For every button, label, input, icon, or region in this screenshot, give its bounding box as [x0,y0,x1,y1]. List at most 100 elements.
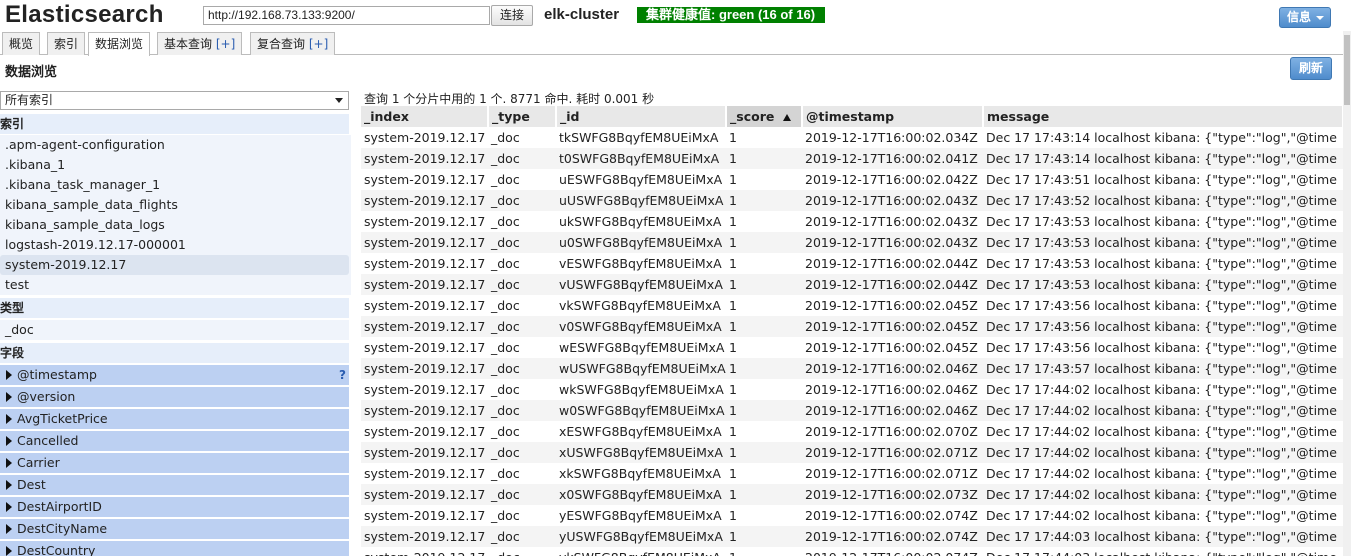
cell-score: 1 [729,340,737,355]
query-summary: 查询 1 个分片中用的 1 个. 8771 命中. 耗时 0.001 秒 [364,92,655,106]
table-row[interactable]: system-2019.12.17 _doc xESWFG8BqyfEM8UEiMx… [361,421,1343,442]
table-row[interactable]: system-2019.12.17 _doc vESWFG8BqyfEM8UEiMx… [361,253,1343,274]
table-row[interactable]: system-2019.12.17 _doc uESWFG8BqyfEM8UEiMx… [361,169,1343,190]
cell-timestamp: 2019-12-17T16:00:02.045Z [805,298,978,313]
cell-index: system-2019.12.17 [361,358,488,379]
index-item[interactable]: .apm-agent-configuration [0,135,349,155]
cell-type: _doc [488,358,556,379]
cell-message: Dec 17 17:43:52 localhost kibana: {"type… [983,190,1343,211]
table-row[interactable]: system-2019.12.17_docykSWFG8BqyfEM8UEiMx… [361,547,1343,556]
page-scrollbar[interactable] [1343,31,1351,556]
cell-timestamp: 2019-12-17T16:00:02.074Z [802,547,983,556]
table-row[interactable]: system-2019.12.17 _doc wESWFG8BqyfEM8UEiMx… [361,337,1343,358]
field-item[interactable]: DestAirportID [0,497,349,517]
column-header-label: _score [730,109,775,124]
column-header-id[interactable]: _id [556,106,727,127]
index-item[interactable]: .kibana_task_manager_1 [0,175,349,195]
cell-id: t0SWFG8BqyfEM8UEiMxA [556,148,726,169]
field-item[interactable]: Dest [0,475,349,495]
column-header-timestamp[interactable]: @timestamp [802,106,984,127]
info-button-label: 信息 [1287,10,1312,24]
cell-score: 1 [729,508,737,523]
field-item[interactable]: DestCityName [0,519,349,539]
table-row[interactable]: system-2019.12.17 _doc ukSWFG8BqyfEM8UEiMx… [361,211,1343,232]
field-item[interactable]: AvgTicketPrice [0,409,349,429]
add-basic-query-link[interactable]: [+] [216,37,235,51]
cell-score: 1 [726,148,802,169]
table-row[interactable]: system-2019.12.17 _doc tkSWFG8BqyfEM8UEiMx… [361,127,1343,148]
refresh-button[interactable]: 刷新 [1290,57,1332,80]
table-row[interactable]: system-2019.12.17 _doc x0SWFG8BqyfEM8UEiMx… [361,484,1343,505]
index-item[interactable]: kibana_sample_data_logs [0,215,349,235]
cell-score: 1 [729,256,737,271]
tab-indices[interactable]: 索引 [47,32,86,55]
cell-timestamp: 2019-12-17T16:00:02.074Z [805,508,978,523]
table-row[interactable]: system-2019.12.17 _doc t0SWFG8BqyfEM8UEiMx… [361,148,1343,169]
field-item[interactable]: @timestamp? [0,365,349,385]
type-item[interactable]: _doc [0,320,349,340]
cell-score: 1 [726,547,802,556]
table-row[interactable]: system-2019.12.17 _doc wkSWFG8BqyfEM8UEiMx… [361,379,1343,400]
tab-data-browser[interactable]: 数据浏览 [88,32,151,56]
cell-index: system-2019.12.17 [361,547,488,556]
index-item[interactable]: test [0,275,349,295]
index-list: .apm-agent-configuration .kibana_1 .kiba… [0,135,351,295]
cell-timestamp: 2019-12-17T16:00:02.041Z [802,148,983,169]
field-item[interactable]: DestCountry [0,541,349,556]
results-body: system-2019.12.17 _doc tkSWFG8BqyfEM8UEiMx… [361,127,1343,556]
table-row[interactable]: system-2019.12.17 _doc yESWFG8BqyfEM8UEiMx… [361,505,1343,526]
scrollbar-thumb[interactable] [1344,35,1350,105]
cell-index: system-2019.12.17 [364,214,486,229]
table-row[interactable]: system-2019.12.17 _doc uUSWFG8BqyfEM8UEiMx… [361,190,1343,211]
table-row[interactable]: system-2019.12.17 _doc u0SWFG8BqyfEM8UEiMx… [361,232,1343,253]
table-row[interactable]: system-2019.12.17 _doc xUSWFG8BqyfEM8UEiMx… [361,442,1343,463]
column-header-label: message [987,109,1050,124]
connect-button[interactable]: 连接 [491,5,533,26]
cell-type: _doc [488,316,556,337]
cell-score: 1 [729,466,737,481]
cell-index: system-2019.12.17 [364,130,486,145]
index-select[interactable]: 所有索引 [0,91,349,110]
cluster-url-input[interactable]: http://192.168.73.133:9200/ [203,6,490,25]
tab-structured-query[interactable]: 复合查询 [+] [250,32,336,55]
field-item[interactable]: Cancelled [0,431,349,451]
info-menu-button[interactable]: 信息 [1279,7,1331,28]
cell-type: _doc [491,382,520,397]
field-list: @timestamp? @version AvgTicketPrice Canc… [0,365,351,556]
cell-timestamp: 2019-12-17T16:00:02.071Z [802,442,983,463]
column-header-type[interactable]: _type [488,106,557,127]
fields-header: 字段 [0,343,349,363]
index-item[interactable]: logstash-2019.12.17-000001 [0,235,349,255]
cell-type: _doc [488,547,556,556]
cell-id: w0SWFG8BqyfEM8UEiMxA [556,400,726,421]
field-item[interactable]: @version [0,387,349,407]
cell-id: vkSWFG8BqyfEM8UEiMxA [559,298,721,313]
table-row[interactable]: system-2019.12.17 _doc wUSWFG8BqyfEM8UEiMx… [361,358,1343,379]
index-item[interactable]: kibana_sample_data_flights [0,195,349,215]
table-row[interactable]: system-2019.12.17 _doc vUSWFG8BqyfEM8UEiMx… [361,274,1343,295]
table-row[interactable]: system-2019.12.17 _doc v0SWFG8BqyfEM8UEiMx… [361,316,1343,337]
field-item[interactable]: Carrier [0,453,349,473]
column-header-message[interactable]: message [983,106,1343,127]
help-icon[interactable]: ? [339,365,346,385]
index-item-selected[interactable]: system-2019.12.17 [0,255,349,275]
table-row[interactable]: system-2019.12.17 _doc yUSWFG8BqyfEM8UEiMx… [361,526,1343,547]
cell-type: _doc [491,256,520,271]
column-header-index[interactable]: _index [361,106,489,127]
table-row[interactable]: system-2019.12.17 _doc xkSWFG8BqyfEM8UEiMx… [361,463,1343,484]
cell-type: _doc [488,400,556,421]
cell-id: vUSWFG8BqyfEM8UEiMxA [556,274,726,295]
tab-basic-query[interactable]: 基本查询 [+] [157,32,243,55]
cell-timestamp: 2019-12-17T16:00:02.042Z [805,172,978,187]
cell-timestamp: 2019-12-17T16:00:02.044Z [805,256,978,271]
table-row[interactable]: system-2019.12.17 _doc w0SWFG8BqyfEM8UEiMx… [361,400,1343,421]
cell-type: _doc [491,466,520,481]
expand-triangle-icon [6,370,12,380]
tab-overview[interactable]: 概览 [2,32,41,55]
index-item[interactable]: .kibana_1 [0,155,349,175]
add-structured-query-link[interactable]: [+] [309,37,328,51]
column-header-score[interactable]: _score [726,106,803,127]
cell-id: wESWFG8BqyfEM8UEiMxA [559,340,725,355]
cell-message: Dec 17 17:44:02 localhost kibana: {"type… [986,508,1337,523]
table-row[interactable]: system-2019.12.17 _doc vkSWFG8BqyfEM8UEiMx… [361,295,1343,316]
